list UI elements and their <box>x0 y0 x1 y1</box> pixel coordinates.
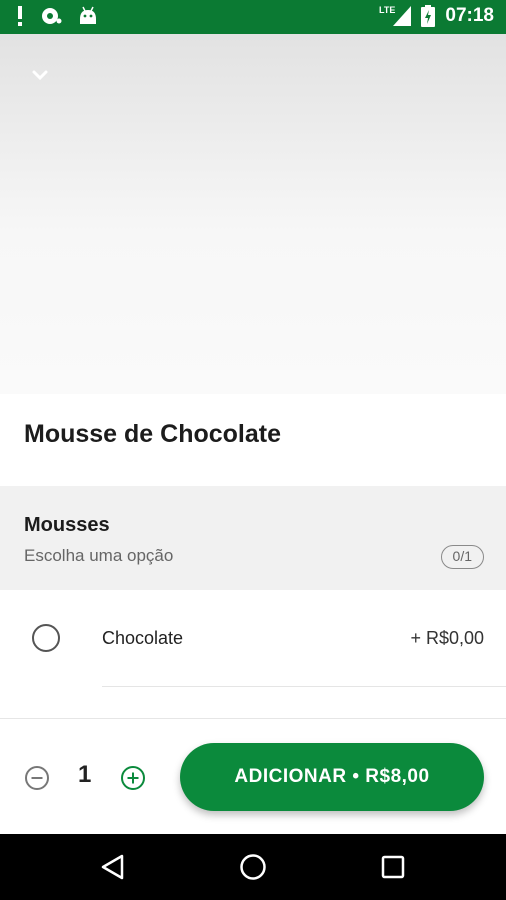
back-button[interactable] <box>98 852 128 882</box>
option-group-title: Mousses <box>24 514 110 536</box>
decrease-quantity-button[interactable] <box>24 765 50 791</box>
clock: 07:18 <box>445 5 494 26</box>
battery-icon <box>421 5 436 27</box>
product-image <box>0 34 506 394</box>
home-circle-icon <box>240 854 266 880</box>
plus-circle-icon <box>121 766 145 790</box>
recents-square-icon <box>381 855 405 879</box>
status-bar: LTE 07:18 <box>0 0 506 34</box>
notification-icons <box>16 6 98 26</box>
add-to-cart-button[interactable]: ADICIONAR • R$8,00 <box>180 743 484 811</box>
signal-icon <box>393 6 412 26</box>
system-icons: LTE 07:18 <box>379 5 494 27</box>
recents-button[interactable] <box>378 852 408 882</box>
back-triangle-icon <box>101 854 124 880</box>
network-type: LTE <box>379 5 396 15</box>
bottom-action-bar: 1 ADICIONAR • R$8,00 <box>0 718 506 834</box>
chevron-down-icon <box>32 70 48 81</box>
alert-icon <box>18 6 22 26</box>
radio-button[interactable] <box>32 624 60 652</box>
option-price: + R$0,00 <box>410 628 484 648</box>
collapse-button[interactable] <box>28 64 52 88</box>
option-group-header: Mousses Escolha uma opção 0/1 <box>0 486 506 590</box>
home-button[interactable] <box>238 852 268 882</box>
selection-count-badge: 0/1 <box>440 545 484 569</box>
option-label: Chocolate <box>102 628 184 648</box>
option-group-subtitle: Escolha uma opção <box>24 546 174 565</box>
android-icon <box>80 6 96 24</box>
divider <box>102 686 506 687</box>
minus-circle-icon <box>25 766 49 790</box>
sync-icon <box>42 8 62 24</box>
option-item-chocolate[interactable]: Chocolate + R$0,00 <box>0 592 506 688</box>
quantity-value: 1 <box>78 761 92 788</box>
increase-quantity-button[interactable] <box>120 765 146 791</box>
system-navigation-bar <box>0 834 506 900</box>
product-title: Mousse de Chocolate <box>24 420 281 448</box>
